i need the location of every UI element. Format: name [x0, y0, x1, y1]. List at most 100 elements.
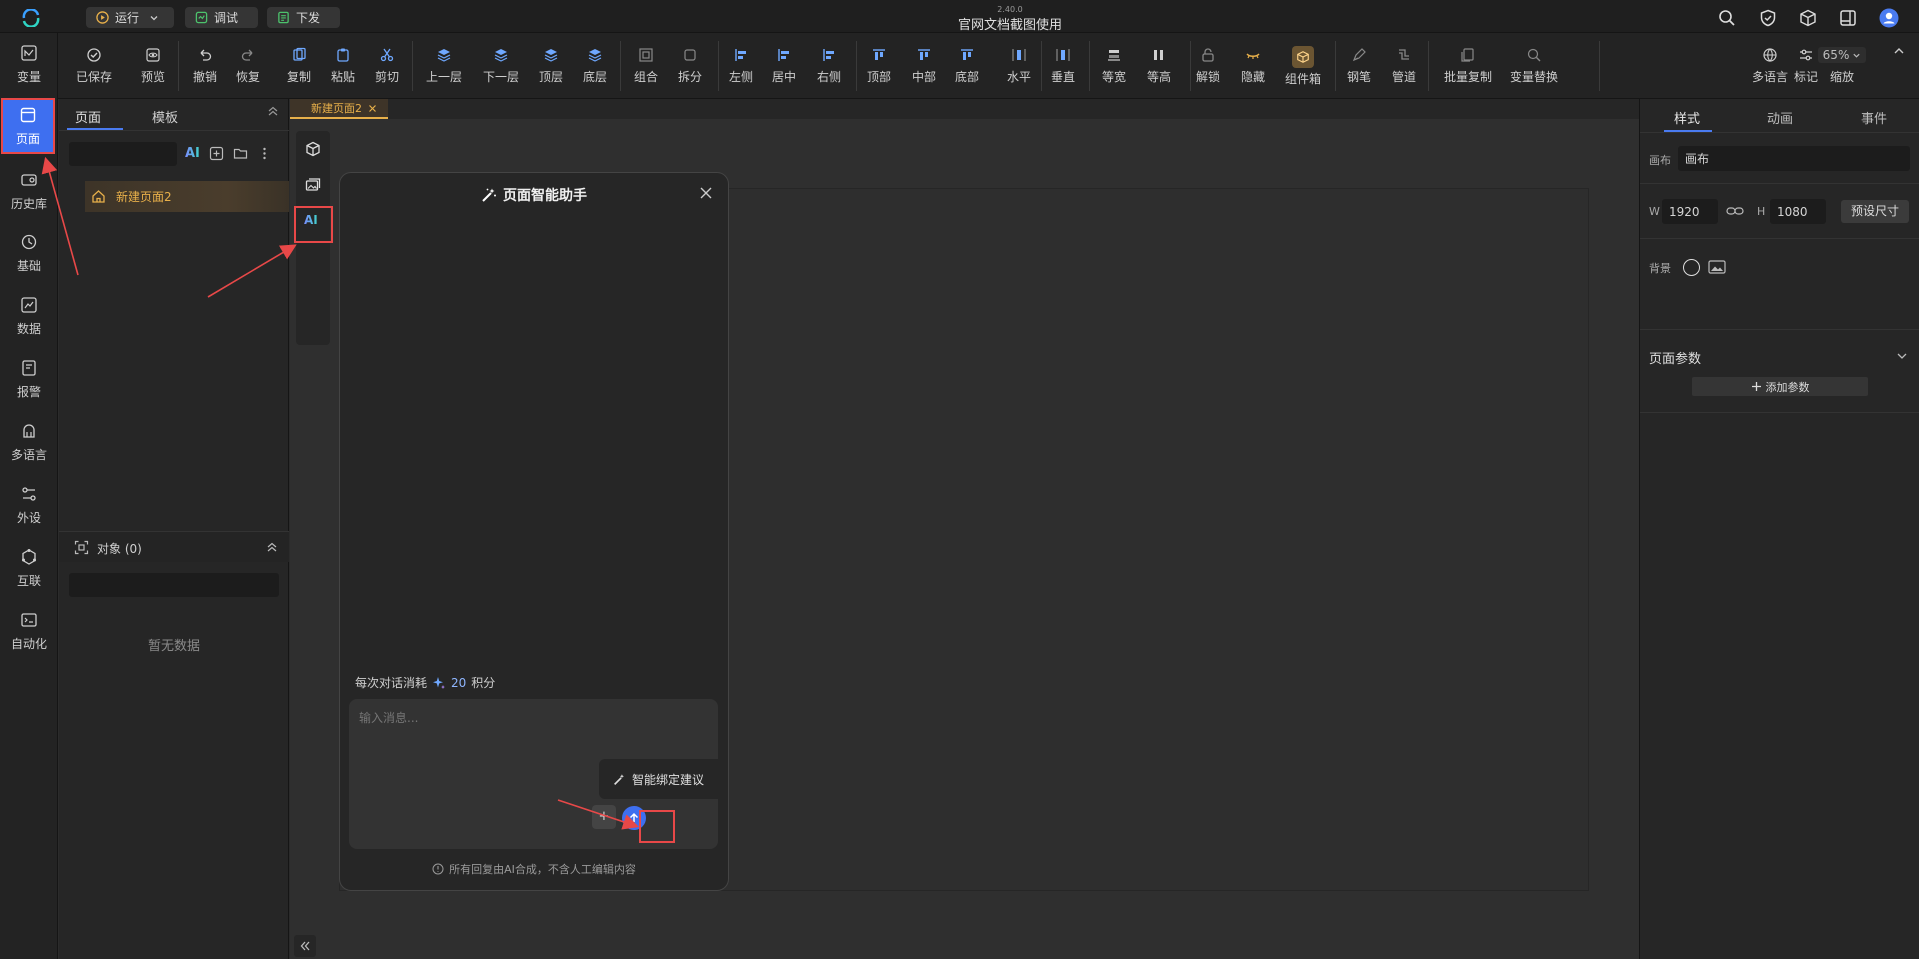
- toolbar-same-height-button[interactable]: 等高: [1133, 33, 1185, 99]
- rail-item-peripherals[interactable]: 外设: [0, 476, 58, 534]
- toolbar-send-to-back-button[interactable]: 底层: [569, 33, 621, 99]
- toolbar-ungroup-button[interactable]: 拆分: [664, 33, 716, 99]
- toolbar-zoom-button[interactable]: 65% 缩放: [1817, 33, 1867, 99]
- collapse-up-icon[interactable]: [267, 105, 279, 117]
- zoom-select[interactable]: 65%: [1817, 47, 1867, 63]
- toolbar-batch-copy-button[interactable]: 批量复制: [1442, 33, 1494, 99]
- toolbar-hide-button[interactable]: 隐藏: [1227, 33, 1279, 99]
- rail-item-label: 页面: [15, 131, 40, 146]
- bring-forward-icon: [436, 47, 452, 63]
- run-button[interactable]: 运行: [86, 7, 174, 28]
- chevron-down-icon[interactable]: [1896, 350, 1908, 362]
- search-icon[interactable]: [1718, 9, 1736, 27]
- layout-panel-icon[interactable]: [1839, 9, 1857, 27]
- toolbar-label: 粘贴: [330, 70, 355, 84]
- canvas-name-input[interactable]: [1678, 146, 1910, 171]
- toolbar-label: 管道: [1391, 70, 1416, 84]
- unlock-icon: [1200, 47, 1216, 63]
- rail-item-interconnect[interactable]: 互联: [0, 539, 58, 597]
- collapse-up-icon[interactable]: [266, 541, 278, 553]
- tab-events[interactable]: 事件: [1861, 108, 1887, 127]
- rail-item-label: 外设: [16, 510, 41, 525]
- ai-generate-button[interactable]: AI: [185, 146, 200, 161]
- copy-icon: [291, 47, 307, 63]
- align-top-icon: [871, 47, 887, 63]
- tab-style[interactable]: 样式: [1674, 108, 1700, 127]
- objects-header: 对象 (0): [59, 532, 289, 562]
- height-input[interactable]: [1770, 199, 1826, 224]
- attach-plus-button[interactable]: +: [592, 805, 616, 829]
- rail-item-automation[interactable]: 自动化: [0, 602, 58, 660]
- toolbar-redo-button[interactable]: 恢复: [222, 33, 274, 99]
- add-param-button[interactable]: 添加参数: [1692, 377, 1868, 396]
- user-avatar-icon[interactable]: [1879, 8, 1899, 28]
- rail-item-history[interactable]: 历史库: [0, 162, 58, 220]
- shield-check-icon[interactable]: [1759, 9, 1777, 27]
- image-icon[interactable]: [1708, 259, 1726, 275]
- deploy-button[interactable]: 下发: [267, 7, 340, 28]
- undo-icon: [197, 47, 213, 63]
- canvas-tab[interactable]: 新建页面2: [290, 99, 388, 119]
- distribute-vertical-icon: [1055, 47, 1071, 63]
- background-color-swatch[interactable]: [1683, 259, 1700, 276]
- sparkle-icon: [432, 676, 446, 690]
- toolbar-component-box-button[interactable]: 组件箱: [1277, 33, 1329, 99]
- toolbar-align-bottom-button[interactable]: 底部: [941, 33, 993, 99]
- rail-item-alarm[interactable]: 报警: [0, 350, 58, 408]
- toolbar-separator: [1335, 41, 1336, 91]
- top-bar: 运行 调试 下发 2.40.0 官网文档截图使用: [0, 0, 1919, 33]
- language-icon: [1762, 47, 1778, 63]
- toolbar-variable-replace-button[interactable]: 变量替换: [1508, 33, 1560, 99]
- chevron-down-icon: [1852, 51, 1861, 60]
- image-gallery-icon[interactable]: [305, 177, 321, 193]
- toolbar-label: 顶层: [538, 70, 563, 84]
- toolbar-distribute-vertical-button[interactable]: 垂直: [1037, 33, 1089, 99]
- add-param-label: 添加参数: [1765, 380, 1810, 394]
- toolbar-preview-button[interactable]: 预览: [127, 33, 179, 99]
- align-bottom-icon: [959, 47, 975, 63]
- package-icon[interactable]: [1799, 9, 1817, 27]
- debug-button[interactable]: 调试: [185, 7, 258, 28]
- toolbar-separator: [1089, 41, 1090, 91]
- more-vertical-icon[interactable]: [257, 146, 272, 161]
- toolbar-saved-button[interactable]: 已保存: [68, 33, 120, 99]
- toolbar-label: 解锁: [1195, 70, 1220, 84]
- tab-pages[interactable]: 页面: [75, 107, 101, 126]
- tab-animation[interactable]: 动画: [1767, 108, 1793, 127]
- bring-to-front-icon: [543, 47, 559, 63]
- smart-binding-suggestion[interactable]: 智能绑定建议: [599, 759, 718, 799]
- page-search-input[interactable]: [69, 142, 177, 166]
- magic-wand-icon: [613, 773, 626, 786]
- page-list-item[interactable]: 新建页面2: [85, 181, 289, 212]
- preset-size-button[interactable]: 预设尺寸: [1841, 200, 1909, 223]
- rail-item-pages[interactable]: 页面: [1, 98, 55, 154]
- toolbar-cut-button[interactable]: 剪切: [361, 33, 413, 99]
- ai-assistant-button[interactable]: AI: [304, 213, 318, 227]
- width-input[interactable]: [1662, 199, 1718, 224]
- toolbar-align-right-button[interactable]: 右侧: [803, 33, 855, 99]
- collapse-left-icon[interactable]: [294, 935, 316, 957]
- folder-icon[interactable]: [233, 146, 248, 161]
- toolbar-bring-forward-button[interactable]: 上一层: [418, 33, 470, 99]
- close-tab-icon[interactable]: [368, 104, 377, 113]
- tab-templates[interactable]: 模板: [152, 107, 178, 126]
- component-cube-icon[interactable]: [305, 141, 321, 157]
- toolbar-label: 缩放: [1829, 70, 1854, 84]
- add-page-icon[interactable]: [209, 146, 224, 161]
- toolbar-separator: [178, 41, 179, 91]
- chevron-down-icon[interactable]: [149, 13, 159, 23]
- rail-item-variables[interactable]: 变量: [0, 35, 58, 93]
- close-icon[interactable]: [699, 186, 713, 200]
- rail-item-basic[interactable]: 基础: [0, 224, 58, 282]
- home-icon: [91, 189, 106, 204]
- divider: [1640, 412, 1919, 413]
- link-ratio-icon[interactable]: [1726, 205, 1744, 217]
- collapse-toolbar-icon[interactable]: [1888, 40, 1910, 62]
- rail-item-multilanguage[interactable]: 多语言: [0, 413, 58, 471]
- toolbar-pipe-button[interactable]: 管道: [1378, 33, 1430, 99]
- toolbar-label: 多语言: [1751, 70, 1788, 84]
- rail-item-data[interactable]: 数据: [0, 287, 58, 345]
- object-search-input[interactable]: [69, 573, 279, 597]
- send-button[interactable]: [622, 806, 646, 830]
- toolbar-send-backward-button[interactable]: 下一层: [475, 33, 527, 99]
